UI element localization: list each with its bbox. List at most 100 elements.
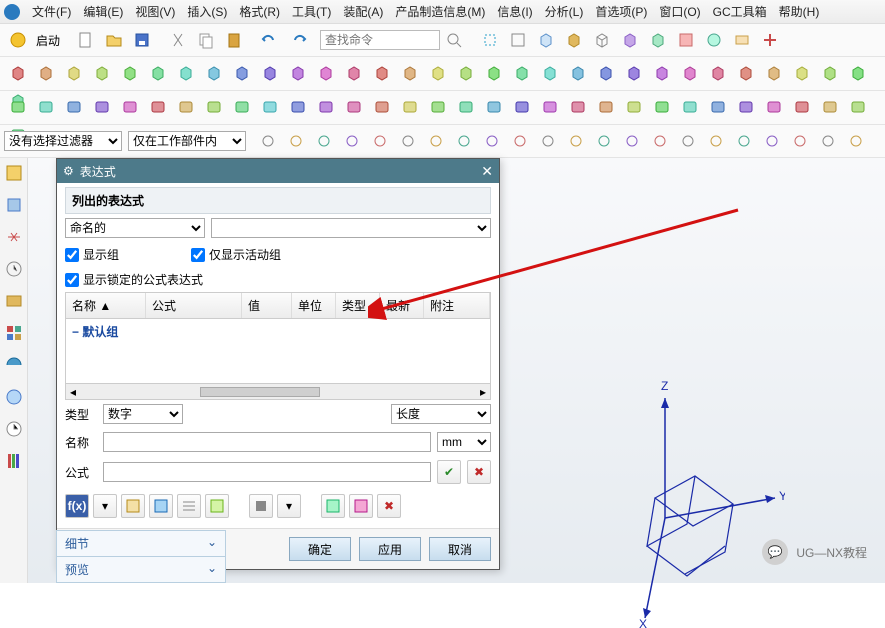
selection-filter-select[interactable]: 没有选择过滤器 [4, 131, 122, 151]
feature-1-icon[interactable] [34, 61, 58, 85]
feature-19-icon[interactable] [538, 61, 562, 85]
menu-gctoolbox[interactable]: GC工具箱 [707, 3, 773, 20]
menu-window[interactable]: 窗口(O) [653, 3, 706, 20]
save-icon[interactable] [130, 28, 154, 52]
search-icon[interactable] [442, 28, 466, 52]
copy-icon[interactable] [194, 28, 218, 52]
square-dropdown-icon[interactable]: ▾ [277, 494, 301, 518]
cb-show-group[interactable]: 显示组 [65, 246, 119, 263]
feature-10-icon[interactable] [286, 61, 310, 85]
extra-21-icon[interactable] [594, 95, 618, 119]
feature-29-icon[interactable] [818, 61, 842, 85]
command-search-input[interactable] [320, 30, 440, 50]
assembly-navigator-icon[interactable] [3, 194, 25, 216]
shaded-icon[interactable] [562, 28, 586, 52]
extra-29-icon[interactable] [818, 95, 842, 119]
scroll-right-icon[interactable]: ▸ [476, 385, 490, 399]
extra-1-icon[interactable] [34, 95, 58, 119]
menu-assembly[interactable]: 装配(A) [337, 3, 389, 20]
clock-icon[interactable] [3, 418, 25, 440]
feature-13-icon[interactable] [370, 61, 394, 85]
apply-button[interactable]: 应用 [359, 537, 421, 561]
col-formula[interactable]: 公式 [146, 293, 242, 318]
col-value[interactable]: 值 [242, 293, 292, 318]
feature-20-icon[interactable] [566, 61, 590, 85]
open-icon[interactable] [102, 28, 126, 52]
misc3-icon[interactable] [758, 28, 782, 52]
selfilter-17-icon[interactable] [732, 129, 756, 153]
p10-icon[interactable] [349, 494, 373, 518]
extra-17-icon[interactable] [482, 95, 506, 119]
feature-8-icon[interactable] [230, 61, 254, 85]
extra-12-icon[interactable] [342, 95, 366, 119]
paste-icon[interactable] [222, 28, 246, 52]
feature-17-icon[interactable] [482, 61, 506, 85]
measure-select[interactable]: 长度 [391, 404, 491, 424]
selfilter-11-icon[interactable] [564, 129, 588, 153]
feature-0-icon[interactable] [6, 61, 30, 85]
grid-hscrollbar[interactable]: ◂▸ [66, 383, 490, 399]
feature-30-icon[interactable] [846, 61, 870, 85]
constraint-icon[interactable] [3, 226, 25, 248]
selfilter-12-icon[interactable] [592, 129, 616, 153]
selfilter-14-icon[interactable] [648, 129, 672, 153]
tab-detail[interactable]: 细节⌄ [56, 530, 226, 556]
name-input[interactable] [103, 432, 431, 452]
feature-22-icon[interactable] [622, 61, 646, 85]
extra-20-icon[interactable] [566, 95, 590, 119]
menu-file[interactable]: 文件(F) [26, 3, 77, 20]
iso-icon[interactable] [618, 28, 642, 52]
formula-input[interactable] [103, 462, 431, 482]
accept-icon[interactable]: ✔ [437, 460, 461, 484]
cb-show-active-group[interactable]: 仅显示活动组 [191, 246, 281, 263]
feature-9-icon[interactable] [258, 61, 282, 85]
selfilter-0-icon[interactable] [256, 129, 280, 153]
menu-help[interactable]: 帮助(H) [773, 3, 826, 20]
history-icon[interactable] [3, 258, 25, 280]
menu-view[interactable]: 视图(V) [129, 3, 181, 20]
reuse-icon[interactable] [3, 290, 25, 312]
type-select[interactable]: 数字 [103, 404, 183, 424]
extra-28-icon[interactable] [790, 95, 814, 119]
reject-icon[interactable]: ✖ [467, 460, 491, 484]
extra-0-icon[interactable] [6, 95, 30, 119]
selfilter-13-icon[interactable] [620, 129, 644, 153]
delete-icon[interactable]: ✖ [377, 494, 401, 518]
selfilter-1-icon[interactable] [284, 129, 308, 153]
extra-25-icon[interactable] [706, 95, 730, 119]
menu-edit[interactable]: 编辑(E) [77, 3, 129, 20]
sheet-icon[interactable] [321, 494, 345, 518]
tab-preview[interactable]: 预览⌄ [56, 556, 226, 583]
feature-6-icon[interactable] [174, 61, 198, 85]
menu-info[interactable]: 信息(I) [491, 3, 538, 20]
cancel-button[interactable]: 取消 [429, 537, 491, 561]
feature-26-icon[interactable] [734, 61, 758, 85]
feature-23-icon[interactable] [650, 61, 674, 85]
export-icon[interactable] [149, 494, 173, 518]
misc1-icon[interactable] [702, 28, 726, 52]
extra-19-icon[interactable] [538, 95, 562, 119]
selfilter-8-icon[interactable] [480, 129, 504, 153]
start-button[interactable] [6, 28, 30, 52]
menu-insert[interactable]: 插入(S) [181, 3, 233, 20]
selfilter-16-icon[interactable] [704, 129, 728, 153]
cb-show-locked-formula[interactable]: 显示锁定的公式表达式 [65, 271, 203, 288]
new-icon[interactable] [74, 28, 98, 52]
feature-18-icon[interactable] [510, 61, 534, 85]
extra-16-icon[interactable] [454, 95, 478, 119]
fx-dropdown-icon[interactable]: ▾ [93, 494, 117, 518]
close-icon[interactable]: ✕ [481, 163, 493, 180]
selfilter-4-icon[interactable] [368, 129, 392, 153]
feature-11-icon[interactable] [314, 61, 338, 85]
hd3d-icon[interactable] [3, 354, 25, 376]
scroll-thumb[interactable] [200, 387, 320, 397]
feature-12-icon[interactable] [342, 61, 366, 85]
import-icon[interactable] [121, 494, 145, 518]
redo-icon[interactable] [286, 28, 310, 52]
selfilter-6-icon[interactable] [424, 129, 448, 153]
feature-2-icon[interactable] [62, 61, 86, 85]
roles-icon[interactable] [3, 322, 25, 344]
extra-8-icon[interactable] [230, 95, 254, 119]
dialog-titlebar[interactable]: ⚙ 表达式 ✕ [57, 159, 499, 183]
extra-5-icon[interactable] [146, 95, 170, 119]
